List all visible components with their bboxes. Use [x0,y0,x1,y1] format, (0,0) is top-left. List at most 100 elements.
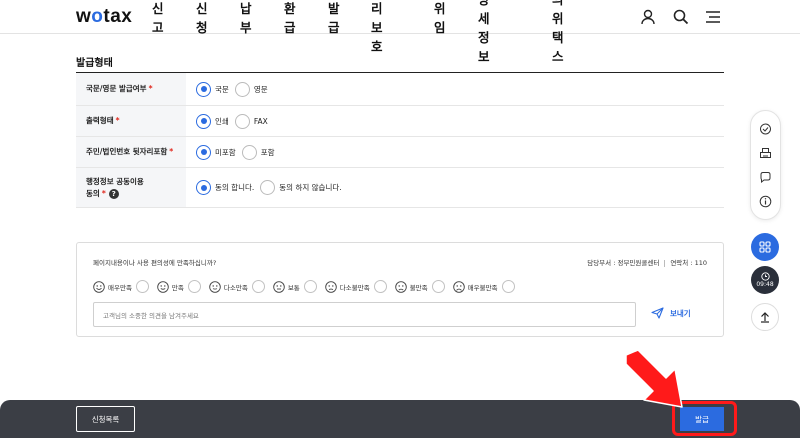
rating-somewhat-dissatisfied[interactable]: 다소불만족 [325,280,387,293]
rating-radio[interactable] [303,280,317,293]
radio-button[interactable] [234,81,250,97]
scroll-top-button[interactable] [751,303,779,331]
nav-item-rights[interactable]: 권리보호 [371,0,383,55]
nav-item-delegate[interactable]: 위임 [434,0,446,36]
rating-options: 매우만족 만족 다소만족 보통 다소불만족 불만족 매우불만족 [93,280,523,293]
rating-radio[interactable] [251,280,265,293]
satisfaction-survey: 페이지내용이나 사용 편의성에 만족하십니까? 담당부서 : 정부민원콜센터 연락… [76,242,724,337]
rating-label: 만족 [171,283,184,292]
red-arrow-icon [625,349,683,408]
radio-button[interactable] [196,113,211,129]
radio-print[interactable]: 인쇄 [196,113,229,129]
issue-form-table: 국문/영문 발급여부 * 국문 영문 출력형태 * 인쇄 FAX 주민/법인번호 뒷… [76,73,724,208]
radio-label: FAX [253,116,268,126]
radio-disagree[interactable]: 동의 하지 않습니다. [260,180,342,195]
radio-label: 국문 [215,84,229,94]
face-icon [394,280,407,293]
rating-somewhat-satisfied[interactable]: 다소만족 [209,280,265,293]
rating-radio[interactable] [501,280,515,293]
clock-icon [760,272,770,281]
rating-radio[interactable] [187,280,201,293]
nav-item-my-wetax[interactable]: 나의위택스 [552,0,564,65]
nav-item-pay[interactable]: 납부 [240,0,252,36]
menu-icon[interactable] [702,6,724,28]
session-timer[interactable]: 09:48 [751,266,779,294]
rating-very-dissatisfied[interactable]: 매우불만족 [452,280,515,293]
radio-exclude[interactable]: 미포함 [196,144,236,160]
help-icon[interactable]: ? [108,189,119,200]
radio-button[interactable] [260,180,276,195]
apps-button[interactable] [751,233,779,261]
rating-very-satisfied[interactable]: 매우만족 [93,280,149,293]
form-row-consent: 행정정보 공동이용 동의 *? 동의 합니다. 동의 하지 않습니다. [76,168,724,208]
face-icon [157,280,169,293]
row-label: 국문/영문 발급여부 * [76,73,186,105]
radio-button[interactable] [196,144,211,160]
rating-label: 다소불만족 [339,283,370,292]
form-row-id-number: 주민/법인번호 뒷자리포함 * 미포함 포함 [76,137,724,168]
face-icon [209,280,221,293]
rating-radio[interactable] [373,280,387,293]
row-label: 행정정보 공동이용 동의 *? [76,168,186,207]
header-icons [638,6,724,28]
rating-label: 불만족 [409,283,428,292]
send-button[interactable]: 보내기 [651,307,691,319]
survey-question: 페이지내용이나 사용 편의성에 만족하십니까? [93,259,217,267]
radio-label: 인쇄 [215,116,229,126]
rating-label: 매우만족 [108,283,132,292]
nav-item-refund[interactable]: 환급 [284,0,296,36]
arrow-up-icon [761,312,769,323]
form-row-language: 국문/영문 발급여부 * 국문 영문 [76,73,724,106]
help-chat-icon[interactable] [759,170,773,184]
radio-korean[interactable]: 국문 [196,81,229,97]
face-icon [325,280,337,293]
rating-satisfied[interactable]: 만족 [157,280,201,293]
rating-dissatisfied[interactable]: 불만족 [394,280,445,293]
search-icon[interactable] [670,6,692,28]
face-icon [452,280,465,293]
paper-plane-icon [651,307,664,319]
nav-item-localtax-info[interactable]: 지방세정보 [478,0,490,65]
radio-button[interactable] [196,180,211,195]
quick-menu [750,110,781,220]
radio-label: 포함 [260,147,275,157]
radio-button[interactable] [196,81,211,97]
radio-include[interactable]: 포함 [241,144,275,160]
radio-label: 영문 [253,84,268,94]
application-list-button[interactable]: 신청목록 [76,406,135,432]
nav-item-report[interactable]: 신고 [152,0,164,36]
radio-english[interactable]: 영문 [234,81,268,97]
face-icon [93,280,105,293]
timer-text: 09:48 [756,281,774,288]
nav-item-apply[interactable]: 신청 [196,0,208,36]
rating-label: 매우불만족 [467,283,498,292]
wetax-logo[interactable]: wotax [76,6,132,28]
send-label: 보내기 [670,308,691,318]
comment-input[interactable]: 고객님의 소중한 의견을 남겨주세요 [93,302,636,327]
grid-icon [759,241,771,253]
rating-label: 다소만족 [223,283,248,292]
radio-button[interactable] [234,113,250,129]
chat-icon[interactable] [759,122,773,136]
info-icon[interactable] [759,194,773,208]
rating-neutral[interactable]: 보통 [273,280,317,293]
section-title: 발급형태 [76,58,113,69]
radio-button[interactable] [241,144,257,160]
row-label: 주민/법인번호 뒷자리포함 * [76,137,186,167]
radio-fax[interactable]: FAX [234,113,268,129]
rating-label: 보통 [287,283,300,292]
rating-radio[interactable] [135,280,149,293]
survey-dept: 담당부서 : 정부민원콜센터 연락처 : 110 [587,259,707,267]
radio-agree[interactable]: 동의 합니다. [196,180,254,195]
top-header: wotax 신고 신청 납부 환급 발급 권리보호 위임 지방세정보 나의위택스 [0,0,800,64]
print-icon[interactable] [759,146,773,160]
rating-radio[interactable] [431,280,445,293]
user-icon[interactable] [638,6,660,28]
row-label: 출력형태 * [76,106,186,136]
face-icon [273,280,285,293]
nav-item-issue[interactable]: 발급 [328,0,340,36]
radio-label: 미포함 [215,147,236,157]
radio-label: 동의 합니다. [215,183,255,192]
radio-label: 동의 하지 않습니다. [279,183,342,192]
form-row-output: 출력형태 * 인쇄 FAX [76,106,724,137]
